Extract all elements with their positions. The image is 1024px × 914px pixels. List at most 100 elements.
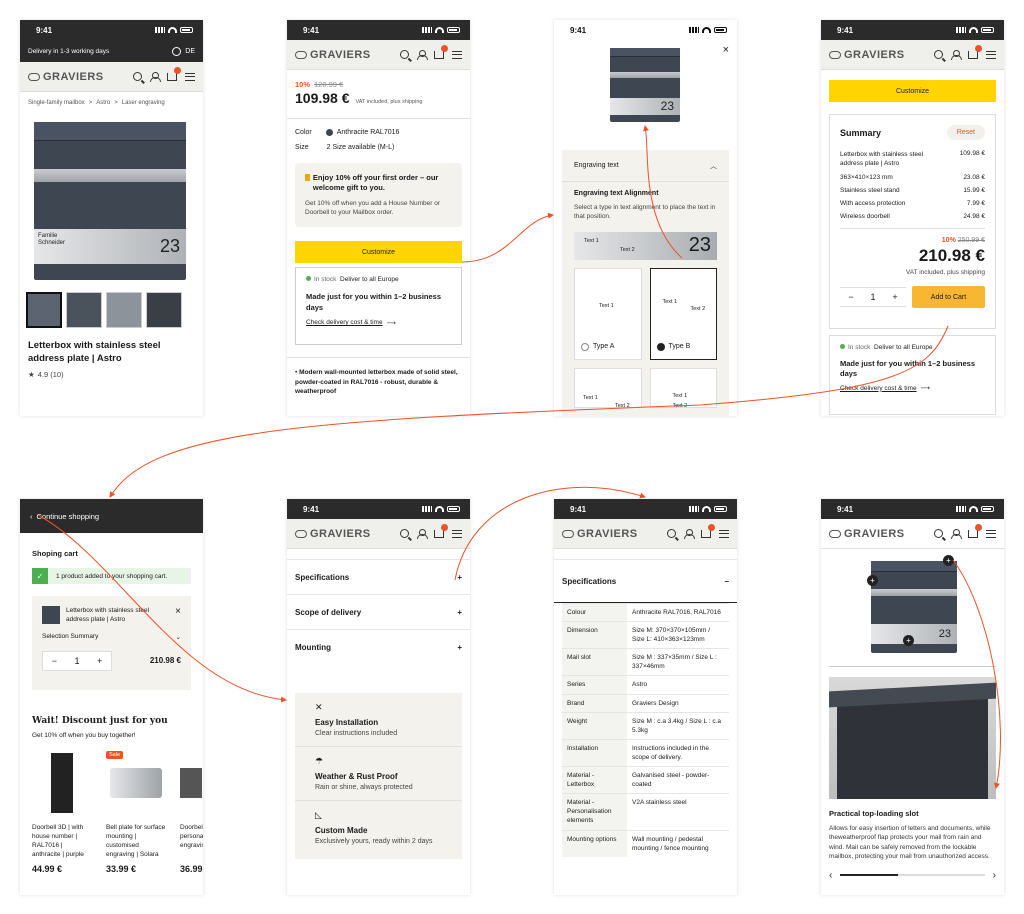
customize-button[interactable]: Customize [295, 241, 462, 264]
spec-value: Wall mounting / pedestal mounting / fenc… [627, 829, 729, 857]
customize-button[interactable]: Customize [829, 80, 996, 102]
user-icon[interactable] [951, 49, 962, 60]
brand-logo[interactable]: GRAVIERS [562, 528, 667, 540]
alignment-option-type-d[interactable]: Text 1 Text 2 [649, 367, 717, 409]
user-icon[interactable] [684, 528, 695, 539]
brand-logo[interactable]: GRAVIERS [295, 528, 400, 540]
back-chevron-icon[interactable]: ‹ [30, 512, 33, 521]
brand-logo[interactable]: GRAVIERS [28, 71, 133, 83]
minus-icon[interactable]: − [840, 292, 862, 302]
thumbnail[interactable] [66, 292, 102, 328]
item-price: 24.98 € [963, 213, 985, 221]
alignment-option-type-a[interactable]: Text 1 Type A [574, 267, 642, 360]
radio-unselected-icon[interactable] [581, 342, 589, 351]
upsell-product[interactable]: Doorbell personalised engraving 36.99 [180, 751, 203, 874]
quantity-stepper[interactable]: −1 + [42, 650, 112, 671]
breadcrumb-item[interactable]: Astro [96, 100, 110, 106]
user-icon[interactable] [417, 528, 428, 539]
cart-icon[interactable] [434, 44, 448, 59]
stock-dot [840, 344, 845, 349]
flow-arrow [461, 212, 554, 263]
plus-icon[interactable]: + [457, 573, 462, 582]
brand-logo[interactable]: GRAVIERS [829, 49, 934, 61]
status-bar: 9:41 [554, 499, 737, 519]
check-delivery-link[interactable]: Check delivery cost & time [306, 319, 383, 326]
cart-icon[interactable] [167, 66, 181, 81]
upsell-product[interactable]: Sale Bell plate for surface mounting | c… [106, 751, 166, 874]
brand-logo[interactable]: GRAVIERS [295, 49, 400, 61]
remove-icon[interactable]: × [175, 606, 181, 617]
menu-icon[interactable] [719, 529, 729, 538]
user-icon[interactable] [150, 71, 161, 82]
search-icon[interactable] [400, 529, 409, 538]
preview-number: 23 [660, 99, 674, 114]
plus-icon[interactable]: + [457, 643, 462, 652]
plate-name: Familie Schneider [38, 233, 66, 247]
check-delivery-link[interactable]: Check delivery cost & time [840, 385, 917, 392]
spec-key: Colour [562, 602, 627, 622]
thumbnail[interactable] [106, 292, 142, 328]
language-selector[interactable]: DE [185, 48, 195, 55]
chevron-left-icon[interactable]: ‹ [829, 870, 832, 881]
product-image[interactable]: Familie Schneider 23 [20, 114, 203, 284]
color-value: Anthracite RAL7016 [336, 129, 400, 136]
plus-icon[interactable]: + [457, 608, 462, 617]
hotspot-plus-icon[interactable]: + [943, 555, 954, 566]
search-icon[interactable] [934, 529, 943, 538]
spec-value: Anthracite RAL7016, RAL7016 [627, 602, 729, 622]
plus-icon[interactable]: + [88, 656, 111, 666]
cart-icon[interactable] [434, 523, 448, 538]
brand-logo[interactable]: GRAVIERS [829, 528, 934, 540]
alignment-option-type-b[interactable]: Text 1 Text 2 Type B [649, 267, 717, 360]
thumbnail[interactable] [26, 292, 62, 328]
cart-icon[interactable] [968, 523, 982, 538]
quantity-stepper[interactable]: −1 + [840, 287, 906, 308]
color-swatch[interactable] [325, 129, 333, 136]
thumbnail[interactable] [146, 292, 182, 328]
logo-icon [829, 50, 841, 59]
globe-icon[interactable] [172, 46, 182, 56]
selection-summary-toggle[interactable]: Selection Summary [42, 633, 98, 640]
hotspot-plus-icon[interactable]: + [903, 635, 914, 646]
hotspot-plus-icon[interactable]: + [867, 575, 878, 586]
engraving-panel: Engraving text ︿ Engraving text Alignmen… [562, 150, 729, 416]
upsell-product[interactable]: Doorbell 3D | with house number | RAL701… [32, 751, 92, 874]
size-value[interactable]: 2 Size available (M-L) [327, 144, 395, 151]
reset-button[interactable]: Reset [946, 125, 985, 140]
minus-icon[interactable]: − [43, 656, 66, 666]
item-name: Wireless doorbell [840, 213, 890, 221]
menu-icon[interactable] [986, 50, 996, 59]
menu-icon[interactable] [452, 529, 462, 538]
menu-icon[interactable] [452, 50, 462, 59]
continue-shopping-link[interactable]: Continue shopping [37, 512, 100, 521]
menu-icon[interactable] [986, 529, 996, 538]
search-icon[interactable] [667, 529, 676, 538]
accordion-specifications[interactable]: Specifications + [287, 560, 470, 595]
accordion-scope-of-delivery[interactable]: Scope of delivery + [287, 595, 470, 630]
search-icon[interactable] [934, 50, 943, 59]
user-icon[interactable] [417, 49, 428, 60]
alignment-option-type-c[interactable]: Text 1 Text 2 [574, 367, 642, 409]
umbrella-icon: ☂ [315, 756, 324, 766]
accordion-mounting[interactable]: Mounting + [287, 630, 470, 665]
radio-checked-icon[interactable] [656, 342, 665, 351]
breadcrumb-item[interactable]: Laser engraving [122, 100, 165, 106]
accordion-specifications-open[interactable]: Specifications − [554, 559, 737, 603]
search-icon[interactable] [400, 50, 409, 59]
cart-icon[interactable] [701, 523, 715, 538]
chevron-down-icon[interactable]: ⌄ [176, 633, 181, 641]
add-to-cart-button[interactable]: Add to Cart [912, 286, 985, 309]
product-image [32, 751, 92, 815]
search-icon[interactable] [133, 72, 142, 81]
chevron-up-icon[interactable]: ︿ [710, 161, 717, 171]
minus-icon[interactable]: − [724, 577, 729, 586]
plus-icon[interactable]: + [884, 292, 906, 302]
product-name: Bell plate for surface mounting | custom… [106, 824, 166, 859]
engraving-header[interactable]: Engraving text ︿ [562, 150, 729, 182]
breadcrumb-item[interactable]: Single-family mailbox [28, 100, 85, 106]
cart-icon[interactable] [968, 44, 982, 59]
chevron-right-icon[interactable]: › [993, 870, 996, 881]
status-icons [956, 27, 994, 33]
menu-icon[interactable] [185, 72, 195, 81]
user-icon[interactable] [951, 528, 962, 539]
